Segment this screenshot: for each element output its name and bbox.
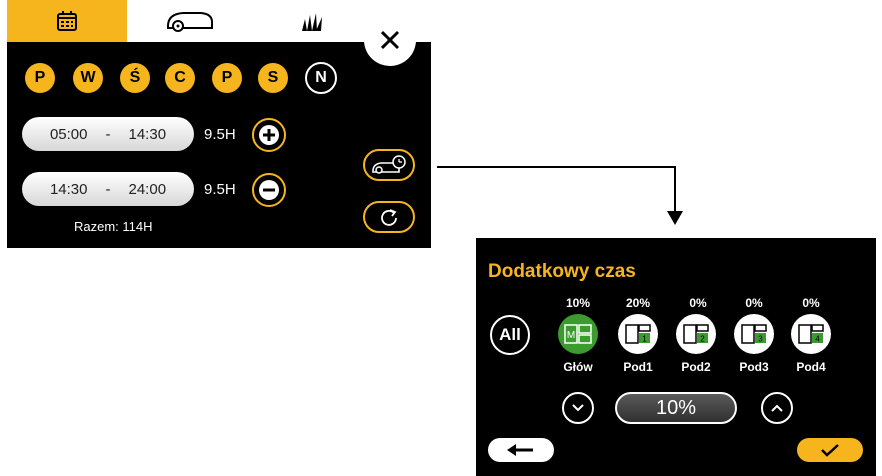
time-slot-2[interactable]: 14:30 - 24:00 — [22, 172, 194, 206]
slot-end: 14:30 — [128, 125, 167, 143]
slot-end: 24:00 — [128, 180, 167, 198]
panel-title: Dodatkowy czas — [488, 261, 636, 282]
add-slot-button[interactable] — [252, 118, 286, 152]
connector-line — [674, 166, 676, 216]
svg-text:4: 4 — [815, 335, 820, 344]
zone-label: Pod2 — [681, 360, 711, 374]
remove-slot-button[interactable] — [252, 173, 286, 207]
zone-label: Pod4 — [796, 360, 826, 374]
increase-button[interactable] — [761, 392, 793, 424]
zone-sub4-button[interactable]: 4 — [791, 314, 831, 354]
zone-percent: 20% — [625, 296, 651, 310]
slot-hours: 9.5H — [204, 181, 236, 198]
tab-schedule[interactable] — [7, 0, 127, 42]
subzone-icon: 4 — [798, 324, 824, 344]
svg-text:2: 2 — [700, 335, 705, 344]
zone-label: Pod1 — [623, 360, 653, 374]
slot-start: 14:30 — [49, 180, 88, 198]
tab-grass[interactable] — [252, 0, 372, 42]
zone-sub3-button[interactable]: 3 — [734, 314, 774, 354]
arrow-down-icon — [667, 211, 683, 225]
arrow-left-icon — [507, 444, 533, 456]
connector-line — [437, 166, 675, 168]
chevron-down-icon — [572, 404, 584, 412]
mower-clock-icon — [372, 155, 406, 174]
slot-separator: - — [105, 180, 111, 198]
day-toggle-monday[interactable]: P — [25, 63, 55, 93]
svg-text:1: 1 — [642, 335, 647, 344]
robot-mower-icon — [166, 12, 213, 32]
day-toggle-friday[interactable]: P — [212, 63, 242, 93]
reset-button[interactable] — [363, 201, 415, 233]
refresh-icon — [381, 209, 397, 226]
zone-percent: 0% — [802, 296, 820, 310]
calendar-icon — [57, 11, 77, 31]
zone-sub2-button[interactable]: 2 — [676, 314, 716, 354]
chevron-up-icon — [771, 404, 783, 412]
subzone-icon: 1 — [625, 324, 651, 344]
percent-value-field[interactable]: 10% — [615, 392, 737, 424]
day-toggle-saturday[interactable]: S — [258, 63, 288, 93]
confirm-button[interactable] — [797, 438, 863, 462]
back-button[interactable] — [488, 438, 554, 462]
slot-separator: - — [105, 125, 111, 143]
zone-label: Głów — [563, 360, 593, 374]
day-toggle-sunday[interactable]: N — [305, 62, 337, 94]
slot-hours: 9.5H — [204, 126, 236, 143]
subzone-icon: 3 — [741, 324, 767, 344]
close-icon — [380, 30, 400, 50]
checkmark-icon — [821, 444, 839, 457]
zone-main-button[interactable]: M — [558, 314, 598, 354]
svg-text:M: M — [567, 330, 575, 341]
zone-percent: 0% — [689, 296, 707, 310]
close-button[interactable] — [364, 14, 416, 66]
svg-text:3: 3 — [758, 335, 763, 344]
zone-sub1-button[interactable]: 1 — [618, 314, 658, 354]
day-toggle-wednesday[interactable]: Ś — [120, 63, 150, 93]
zone-percent: 10% — [565, 296, 591, 310]
grass-icon — [302, 13, 322, 31]
main-zone-icon: M — [564, 324, 592, 344]
zone-percent: 0% — [745, 296, 763, 310]
slot-start: 05:00 — [49, 125, 88, 143]
decrease-button[interactable] — [562, 392, 594, 424]
total-hours: Razem: 114H — [74, 219, 153, 234]
all-zones-button[interactable]: All — [490, 315, 530, 355]
minus-icon — [259, 180, 279, 200]
time-slot-1[interactable]: 05:00 - 14:30 — [22, 117, 194, 151]
tab-mower[interactable] — [127, 0, 252, 42]
day-toggle-tuesday[interactable]: W — [73, 63, 103, 93]
day-toggle-thursday[interactable]: C — [165, 63, 195, 93]
mower-schedule-button[interactable] — [363, 149, 415, 181]
subzone-icon: 2 — [683, 324, 709, 344]
plus-icon — [259, 125, 279, 145]
zone-label: Pod3 — [739, 360, 769, 374]
